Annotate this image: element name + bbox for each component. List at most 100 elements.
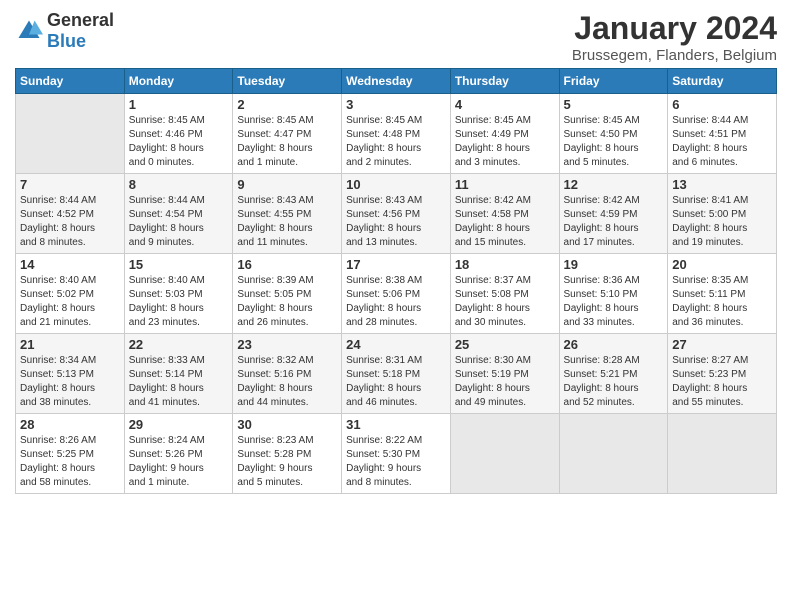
logo: General Blue [15,10,114,52]
calendar-cell: 5 Sunrise: 8:45 AM Sunset: 4:50 PM Daylig… [559,94,668,174]
calendar-cell [16,94,125,174]
day-number: 2 [237,97,337,112]
logo-general: General [47,10,114,30]
day-info: Sunrise: 8:44 AM Sunset: 4:51 PM Dayligh… [672,114,772,170]
calendar-cell: 2 Sunrise: 8:45 AM Sunset: 4:47 PM Daylig… [233,94,342,174]
logo-icon [15,17,43,45]
day-info: Sunrise: 8:28 AM Sunset: 5:21 PM Dayligh… [564,354,664,410]
calendar-cell [450,414,559,494]
calendar-cell: 26 Sunrise: 8:28 AM Sunset: 5:21 PM Dayli… [559,334,668,414]
day-info: Sunrise: 8:39 AM Sunset: 5:05 PM Dayligh… [237,274,337,330]
page-container: General Blue January 2024 Brussegem, Fla… [0,0,792,504]
calendar-cell: 9Sunrise: 8:43 AM Sunset: 4:55 PM Daylig… [233,174,342,254]
header-day-wednesday: Wednesday [342,69,451,94]
title-block: January 2024 Brussegem, Flanders, Belgiu… [572,10,777,64]
calendar-cell: 7 Sunrise: 8:44 AM Sunset: 4:52 PM Daylig… [16,174,125,254]
day-number: 18 [455,257,555,272]
calendar-cell: 25 Sunrise: 8:30 AM Sunset: 5:19 PM Dayli… [450,334,559,414]
calendar-cell: 8Sunrise: 8:44 AM Sunset: 4:54 PM Daylig… [124,174,233,254]
day-number: 27 [672,337,772,352]
day-info: Sunrise: 8:45 AM Sunset: 4:47 PM Dayligh… [237,114,337,170]
day-number: 1 [129,97,229,112]
calendar-cell: 13 Sunrise: 8:41 AM Sunset: 5:00 PM Dayli… [668,174,777,254]
day-number: 3 [346,97,446,112]
calendar-cell: 20 Sunrise: 8:35 AM Sunset: 5:11 PM Dayli… [668,254,777,334]
calendar-header-row: SundayMondayTuesdayWednesdayThursdayFrid… [16,69,777,94]
day-info: Sunrise: 8:45 AM Sunset: 4:50 PM Dayligh… [564,114,664,170]
calendar-week-row: 1Sunrise: 8:45 AM Sunset: 4:46 PM Daylig… [16,94,777,174]
calendar-cell: 27 Sunrise: 8:27 AM Sunset: 5:23 PM Dayli… [668,334,777,414]
day-number: 12 [564,177,664,192]
day-info: Sunrise: 8:44 AM Sunset: 4:52 PM Dayligh… [20,194,120,250]
day-info: Sunrise: 8:40 AM Sunset: 5:02 PM Dayligh… [20,274,120,330]
subtitle: Brussegem, Flanders, Belgium [572,47,777,64]
day-number: 20 [672,257,772,272]
day-number: 26 [564,337,664,352]
day-number: 25 [455,337,555,352]
calendar-cell [668,414,777,494]
day-info: Sunrise: 8:24 AM Sunset: 5:26 PM Dayligh… [129,434,229,490]
day-info: Sunrise: 8:37 AM Sunset: 5:08 PM Dayligh… [455,274,555,330]
calendar-cell: 10Sunrise: 8:43 AM Sunset: 4:56 PM Dayli… [342,174,451,254]
day-number: 10 [346,177,446,192]
day-info: Sunrise: 8:45 AM Sunset: 4:49 PM Dayligh… [455,114,555,170]
day-info: Sunrise: 8:45 AM Sunset: 4:48 PM Dayligh… [346,114,446,170]
calendar-cell: 18 Sunrise: 8:37 AM Sunset: 5:08 PM Dayli… [450,254,559,334]
calendar-cell: 29 Sunrise: 8:24 AM Sunset: 5:26 PM Dayli… [124,414,233,494]
day-number: 21 [20,337,120,352]
day-number: 13 [672,177,772,192]
day-info: Sunrise: 8:32 AM Sunset: 5:16 PM Dayligh… [237,354,337,410]
header-row: General Blue January 2024 Brussegem, Fla… [15,10,777,64]
day-number: 24 [346,337,446,352]
day-info: Sunrise: 8:41 AM Sunset: 5:00 PM Dayligh… [672,194,772,250]
day-number: 17 [346,257,446,272]
day-number: 29 [129,417,229,432]
calendar-cell: 17 Sunrise: 8:38 AM Sunset: 5:06 PM Dayli… [342,254,451,334]
day-number: 4 [455,97,555,112]
calendar-week-row: 14 Sunrise: 8:40 AM Sunset: 5:02 PM Dayli… [16,254,777,334]
day-info: Sunrise: 8:22 AM Sunset: 5:30 PM Dayligh… [346,434,446,490]
day-number: 16 [237,257,337,272]
header-day-tuesday: Tuesday [233,69,342,94]
calendar-cell: 6 Sunrise: 8:44 AM Sunset: 4:51 PM Daylig… [668,94,777,174]
day-number: 14 [20,257,120,272]
logo-blue: Blue [47,31,86,51]
header-day-friday: Friday [559,69,668,94]
header-day-monday: Monday [124,69,233,94]
day-number: 19 [564,257,664,272]
calendar-cell: 28Sunrise: 8:26 AM Sunset: 5:25 PM Dayli… [16,414,125,494]
calendar-cell: 30Sunrise: 8:23 AM Sunset: 5:28 PM Dayli… [233,414,342,494]
day-info: Sunrise: 8:38 AM Sunset: 5:06 PM Dayligh… [346,274,446,330]
day-info: Sunrise: 8:27 AM Sunset: 5:23 PM Dayligh… [672,354,772,410]
calendar-cell: 22Sunrise: 8:33 AM Sunset: 5:14 PM Dayli… [124,334,233,414]
calendar-cell: 3 Sunrise: 8:45 AM Sunset: 4:48 PM Daylig… [342,94,451,174]
day-number: 5 [564,97,664,112]
day-info: Sunrise: 8:30 AM Sunset: 5:19 PM Dayligh… [455,354,555,410]
header-day-thursday: Thursday [450,69,559,94]
main-title: January 2024 [572,10,777,47]
day-info: Sunrise: 8:34 AM Sunset: 5:13 PM Dayligh… [20,354,120,410]
day-info: Sunrise: 8:42 AM Sunset: 4:59 PM Dayligh… [564,194,664,250]
calendar-cell: 21 Sunrise: 8:34 AM Sunset: 5:13 PM Dayli… [16,334,125,414]
day-number: 15 [129,257,229,272]
day-number: 22 [129,337,229,352]
header-day-sunday: Sunday [16,69,125,94]
day-info: Sunrise: 8:35 AM Sunset: 5:11 PM Dayligh… [672,274,772,330]
day-number: 11 [455,177,555,192]
day-info: Sunrise: 8:40 AM Sunset: 5:03 PM Dayligh… [129,274,229,330]
calendar-cell: 14 Sunrise: 8:40 AM Sunset: 5:02 PM Dayli… [16,254,125,334]
day-number: 6 [672,97,772,112]
day-info: Sunrise: 8:23 AM Sunset: 5:28 PM Dayligh… [237,434,337,490]
calendar-cell: 1Sunrise: 8:45 AM Sunset: 4:46 PM Daylig… [124,94,233,174]
day-info: Sunrise: 8:36 AM Sunset: 5:10 PM Dayligh… [564,274,664,330]
calendar-cell: 19 Sunrise: 8:36 AM Sunset: 5:10 PM Dayli… [559,254,668,334]
day-number: 31 [346,417,446,432]
day-number: 28 [20,417,120,432]
calendar-week-row: 7 Sunrise: 8:44 AM Sunset: 4:52 PM Daylig… [16,174,777,254]
day-number: 9 [237,177,337,192]
calendar-cell [559,414,668,494]
day-number: 7 [20,177,120,192]
calendar-cell: 11Sunrise: 8:42 AM Sunset: 4:58 PM Dayli… [450,174,559,254]
day-info: Sunrise: 8:31 AM Sunset: 5:18 PM Dayligh… [346,354,446,410]
logo-text: General Blue [47,10,114,52]
